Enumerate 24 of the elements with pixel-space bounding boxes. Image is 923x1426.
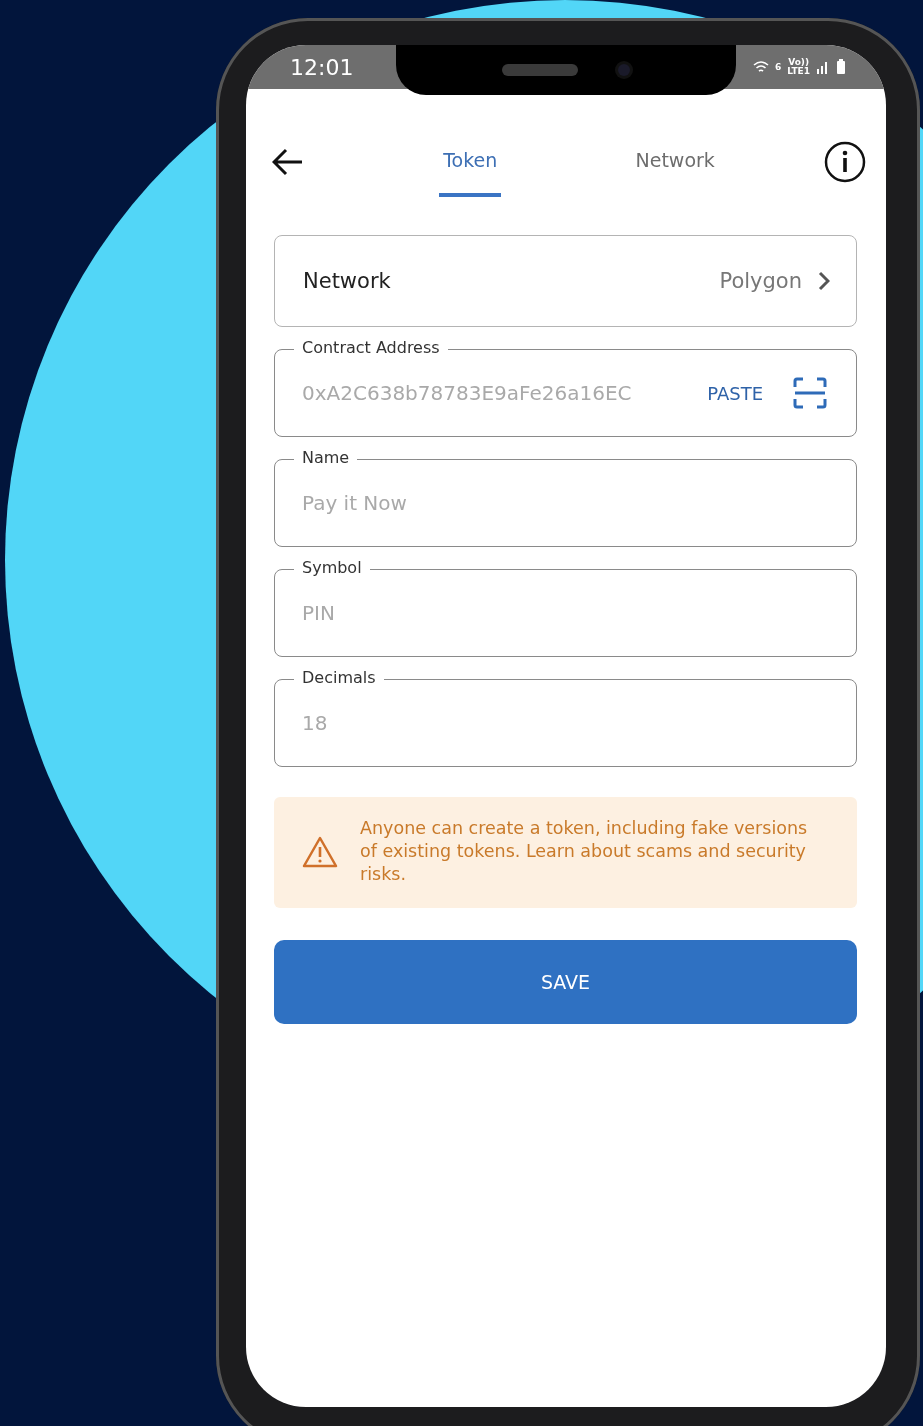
warning-text: Anyone can create a token, including fake versions of existing tokens. Learn about scams and security risks. [360,817,809,886]
info-icon [824,141,866,183]
battery-icon [836,59,846,75]
warning-icon [302,835,338,868]
network-value: Polygon [719,269,802,293]
back-arrow-icon [272,148,304,176]
back-button[interactable] [272,148,304,176]
paste-button[interactable]: PASTE [707,382,763,404]
info-button[interactable] [824,141,866,183]
wifi-icon [752,60,769,74]
field-label: Symbol [294,558,370,578]
volte-label: Vo)) [788,58,810,67]
wifi-label: 6 [774,62,782,72]
signal-icon [816,60,830,74]
scan-icon[interactable] [793,377,827,409]
tab[interactable]: Token [439,149,502,197]
camera-lens [618,64,630,76]
chevron-right-icon [818,271,830,291]
status-time: 12:01 [290,54,354,80]
network-label: Network [303,269,391,293]
lte-label: LTE1 [787,67,810,76]
network-selector[interactable]: Network Polygon [274,235,857,327]
tab[interactable]: Network [631,149,719,197]
save-button[interactable]: SAVE [274,940,857,1024]
